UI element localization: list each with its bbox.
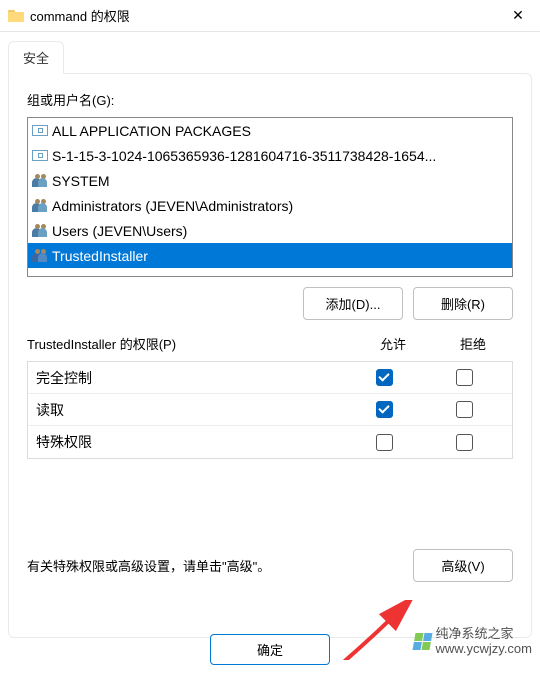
advanced-hint-label: 有关特殊权限或高级设置，请单击"高级"。 — [27, 556, 413, 575]
principal-name: SYSTEM — [52, 173, 110, 189]
permissions-table: 完全控制读取特殊权限 — [27, 361, 513, 459]
permission-allow-checkbox[interactable] — [376, 369, 393, 386]
permission-allow-checkbox[interactable] — [376, 434, 393, 451]
permission-deny-checkbox[interactable] — [456, 401, 473, 418]
principal-item[interactable]: Administrators (JEVEN\Administrators) — [28, 193, 512, 218]
principal-item[interactable]: SYSTEM — [28, 168, 512, 193]
principals-listbox[interactable]: ALL APPLICATION PACKAGES S-1-15-3-1024-10… — [27, 117, 513, 277]
tab-strip: 安全 — [0, 32, 540, 73]
tab-security[interactable]: 安全 — [8, 41, 64, 74]
watermark: 纯净系统之家 www.ycwjzy.com — [414, 627, 532, 656]
permission-deny-checkbox[interactable] — [456, 434, 473, 451]
tab-panel-security: 组或用户名(G): ALL APPLICATION PACKAGES S-1-15… — [8, 73, 532, 638]
principal-name: TrustedInstaller — [52, 248, 148, 264]
principal-name: Administrators (JEVEN\Administrators) — [52, 198, 293, 214]
advanced-row: 有关特殊权限或高级设置，请单击"高级"。 高级(V) — [27, 549, 513, 582]
package-icon — [32, 125, 48, 136]
permission-deny-checkbox[interactable] — [456, 369, 473, 386]
permissions-deny-header: 拒绝 — [433, 334, 513, 353]
permissions-allow-header: 允许 — [353, 334, 433, 353]
permission-label: 读取 — [36, 400, 344, 420]
principal-item[interactable]: TrustedInstaller — [28, 243, 512, 268]
permission-label: 完全控制 — [36, 368, 344, 388]
permission-row: 完全控制 — [28, 362, 512, 394]
advanced-button[interactable]: 高级(V) — [413, 549, 513, 582]
package-icon — [32, 150, 48, 161]
users-icon — [32, 174, 48, 188]
permissions-header: TrustedInstaller 的权限(P) 允许 拒绝 — [27, 334, 513, 353]
principal-item[interactable]: ALL APPLICATION PACKAGES — [28, 118, 512, 143]
users-icon — [32, 199, 48, 213]
users-icon — [32, 224, 48, 238]
permissions-title: TrustedInstaller 的权限(P) — [27, 334, 353, 353]
watermark-logo-icon — [413, 633, 433, 650]
permission-label: 特殊权限 — [36, 432, 344, 452]
window-title: command 的权限 — [30, 6, 504, 25]
group-users-label: 组或用户名(G): — [27, 90, 513, 109]
close-button[interactable]: ✕ — [504, 2, 532, 30]
principals-buttons: 添加(D)... 删除(R) — [27, 287, 513, 320]
watermark-text: 纯净系统之家 www.ycwjzy.com — [435, 627, 532, 656]
folder-icon — [8, 9, 24, 22]
ok-button[interactable]: 确定 — [210, 634, 330, 665]
permission-row: 特殊权限 — [28, 426, 512, 458]
principal-name: Users (JEVEN\Users) — [52, 223, 187, 239]
remove-button[interactable]: 删除(R) — [413, 287, 513, 320]
principal-item[interactable]: Users (JEVEN\Users) — [28, 218, 512, 243]
add-button[interactable]: 添加(D)... — [303, 287, 403, 320]
users-icon — [32, 249, 48, 263]
principal-item[interactable]: S-1-15-3-1024-1065365936-1281604716-3511… — [28, 143, 512, 168]
principal-name: ALL APPLICATION PACKAGES — [52, 123, 251, 139]
permission-allow-checkbox[interactable] — [376, 401, 393, 418]
permission-row: 读取 — [28, 394, 512, 426]
title-bar: command 的权限 ✕ — [0, 0, 540, 32]
principal-name: S-1-15-3-1024-1065365936-1281604716-3511… — [52, 148, 436, 164]
tab-label: 安全 — [23, 51, 49, 66]
